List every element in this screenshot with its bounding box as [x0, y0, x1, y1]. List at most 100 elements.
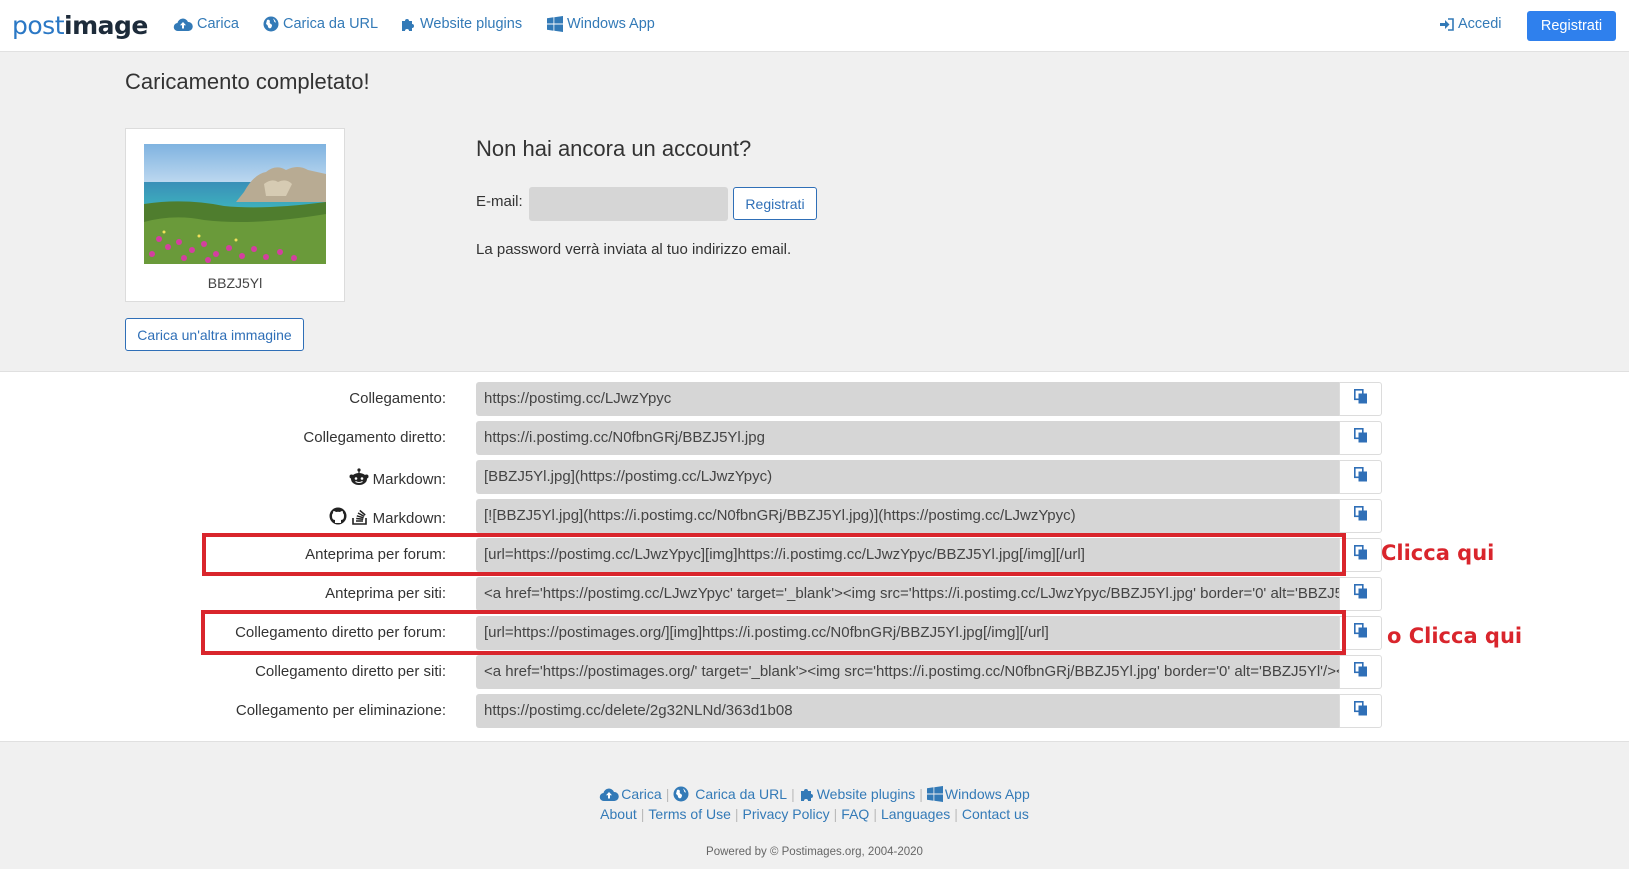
windows-icon — [926, 786, 943, 802]
footer-upload-link[interactable]: Carica — [599, 786, 662, 802]
link-row-direct: Collegamento diretto: https://i.postimg.… — [0, 421, 1629, 455]
footer-info-row: About | Terms of Use | Privacy Policy | FAQ | La… — [600, 806, 1029, 822]
link-label: Collegamento: — [349, 390, 446, 407]
postimage-logo[interactable]: postimage — [12, 11, 148, 40]
link-field[interactable]: <a href='https://postimages.org/' target… — [476, 655, 1339, 689]
link-row-markdown-reddit: Markdown: [BBZJ5Yl.jpg](https://postimg.… — [0, 460, 1629, 494]
copy-icon — [1353, 506, 1368, 526]
nav-website-plugins-label: Website plugins — [420, 16, 523, 32]
logo-text-image: image — [64, 11, 148, 40]
copy-button[interactable] — [1339, 577, 1382, 611]
footer-terms-link[interactable]: Terms of Use — [648, 806, 730, 822]
upload-another-button[interactable]: Carica un'altra immagine — [125, 318, 304, 351]
globe-icon — [673, 786, 689, 802]
annotation-click-here: Clicca qui — [1381, 541, 1495, 565]
footer-upload-label: Carica — [621, 786, 662, 802]
link-label-text: Collegamento per eliminazione: — [235, 702, 446, 719]
copy-icon — [1353, 389, 1368, 409]
link-field[interactable]: [BBZJ5Yl.jpg](https://postimg.cc/LJwzYpy… — [476, 460, 1339, 494]
copy-icon — [1353, 428, 1368, 448]
link-label: Markdown: — [349, 468, 446, 490]
link-row-site-direct: Collegamento diretto per siti: <a href='… — [0, 655, 1629, 689]
uploaded-image-thumbnail[interactable] — [144, 144, 326, 264]
link-field[interactable]: https://postimg.cc/delete/2g32NLNd/363d1… — [476, 694, 1339, 728]
link-field[interactable]: <a href='https://postimg.cc/LJwzYpyc' ta… — [476, 577, 1339, 611]
link-label: Collegamento per eliminazione: — [236, 702, 446, 719]
link-label: Collegamento diretto: — [303, 429, 446, 446]
link-label-text: Anteprima per siti: — [325, 585, 446, 602]
link-row-site-thumbnail: Anteprima per siti: <a href='https://pos… — [0, 577, 1629, 611]
link-label-text: Markdown: — [372, 509, 446, 527]
link-row-link: Collegamento: https://postimg.cc/LJwzYpy… — [0, 382, 1629, 416]
link-label: Anteprima per siti: — [325, 585, 446, 602]
nav-windows-app-label: Windows App — [567, 16, 655, 32]
email-input[interactable] — [529, 187, 728, 221]
copy-icon — [1353, 545, 1368, 565]
copy-button[interactable] — [1339, 421, 1382, 455]
puzzle-icon — [400, 16, 416, 32]
image-preview-card: BBZJ5Yl — [125, 128, 345, 302]
copy-button[interactable] — [1339, 460, 1382, 494]
logo-text-post: post — [12, 11, 65, 40]
nav-website-plugins-link[interactable]: Website plugins — [400, 16, 522, 32]
nav-upload-link[interactable]: Carica — [173, 16, 239, 32]
image-name: BBZJ5Yl — [207, 275, 263, 291]
footer-faq-link[interactable]: FAQ — [841, 806, 869, 822]
link-label-text: Markdown: — [372, 470, 446, 488]
footer-privacy-link[interactable]: Privacy Policy — [743, 806, 830, 822]
footer-nav-row: Carica | Carica da URL | Website plugins | Wi… — [0, 786, 1629, 802]
link-field[interactable]: https://postimg.cc/LJwzYpyc — [476, 382, 1339, 416]
register-top-button[interactable]: Registrati — [1527, 11, 1616, 41]
nav-upload-url-label: Carica da URL — [283, 16, 379, 32]
globe-icon — [263, 16, 279, 32]
link-label-text: Collegamento diretto: — [303, 429, 446, 446]
copy-button[interactable] — [1339, 694, 1382, 728]
login-label: Accedi — [1458, 16, 1502, 32]
footer-website-plugins-link[interactable]: Website plugins — [799, 786, 916, 802]
copy-icon — [1353, 623, 1368, 643]
footer-contact-link[interactable]: Contact us — [962, 806, 1029, 822]
footer-website-plugins-label: Website plugins — [816, 786, 916, 802]
footer-windows-app-link[interactable]: Windows App — [926, 786, 1030, 802]
login-link[interactable]: Accedi — [1440, 16, 1502, 32]
sign-in-icon — [1440, 17, 1454, 31]
nav-upload-url-link[interactable]: Carica da URL — [263, 16, 378, 32]
highlight-box-forum-direct — [201, 610, 1346, 655]
highlight-box-forum-thumbnail — [202, 533, 1346, 576]
nav-windows-app-link[interactable]: Windows App — [547, 16, 655, 32]
footer-about-link[interactable]: About — [600, 806, 637, 822]
cloud-upload-icon — [599, 787, 619, 802]
link-label-text: Collegamento diretto per siti: — [255, 663, 446, 680]
link-label: Markdown: — [329, 507, 446, 529]
footer-languages-link[interactable]: Languages — [881, 806, 950, 822]
link-row-delete: Collegamento per eliminazione: https://p… — [0, 694, 1629, 728]
link-label: Collegamento diretto per siti: — [255, 663, 446, 680]
cloud-upload-icon — [173, 17, 193, 32]
copy-button[interactable] — [1339, 382, 1382, 416]
copy-icon — [1353, 701, 1368, 721]
link-row-markdown-github: Markdown: [![BBZJ5Yl.jpg](https://i.post… — [0, 499, 1629, 533]
link-label-text: Collegamento: — [349, 390, 446, 407]
link-field[interactable]: [![BBZJ5Yl.jpg](https://i.postimg.cc/N0f… — [476, 499, 1339, 533]
github-icon — [329, 507, 347, 529]
powered-by-text: Powered by © Postimages.org, 2004-2020 — [706, 846, 923, 858]
nav-upload-label: Carica — [197, 16, 239, 32]
password-note: La password verrà inviata al tuo indiriz… — [476, 241, 792, 258]
navbar: postimage Carica Carica da URL Website p… — [0, 0, 1629, 52]
email-label: E-mail: — [476, 193, 523, 210]
page-title: Caricamento completato! — [125, 69, 370, 94]
copy-button[interactable] — [1339, 499, 1382, 533]
footer-windows-app-label: Windows App — [944, 786, 1030, 802]
copy-icon — [1353, 467, 1368, 487]
footer-upload-url-label: Carica da URL — [695, 786, 788, 802]
windows-icon — [547, 16, 563, 32]
annotation-or-click-here: o Clicca qui — [1387, 624, 1523, 648]
copy-button[interactable] — [1339, 655, 1382, 689]
reddit-icon — [349, 468, 369, 490]
copy-icon — [1353, 584, 1368, 604]
stackoverflow-icon — [351, 507, 369, 529]
footer-upload-url-link[interactable]: Carica da URL — [673, 786, 787, 802]
copy-icon — [1353, 662, 1368, 682]
link-field[interactable]: https://i.postimg.cc/N0fbnGRj/BBZJ5Yl.jp… — [476, 421, 1339, 455]
account-register-button[interactable]: Registrati — [733, 187, 817, 220]
